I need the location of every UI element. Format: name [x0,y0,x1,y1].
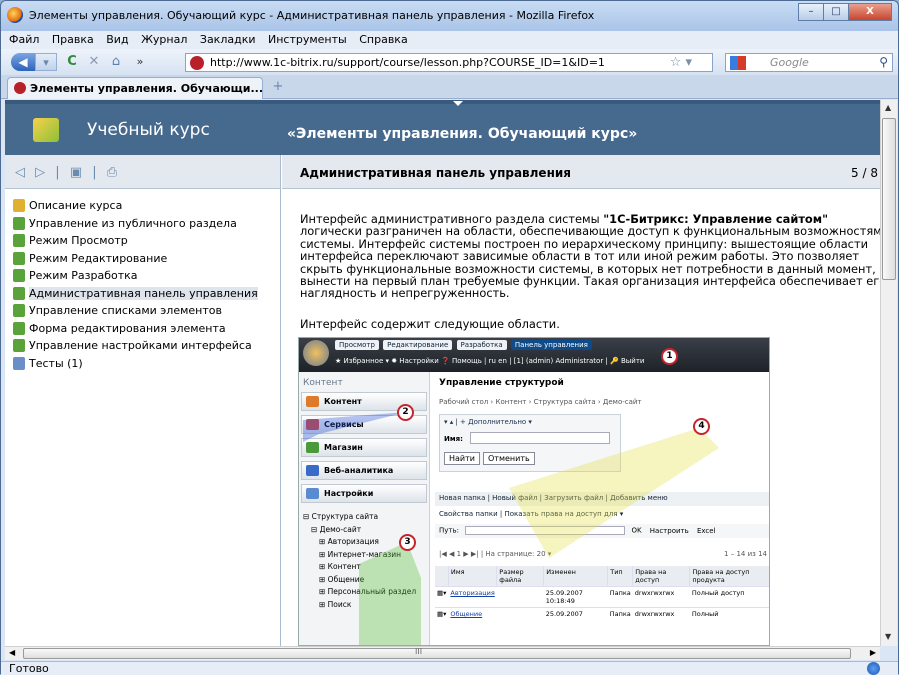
tab-strip: Элементы управления. Обучающи... + [1,75,898,99]
menu-bookmarks[interactable]: Закладки [200,33,256,46]
test-icon [13,356,25,370]
status-bar: Готово [1,661,898,675]
search-box[interactable]: Google ⚲ [725,53,893,72]
toc-item-selected[interactable]: Административная панель управления [13,285,280,303]
chapter-icon [13,269,25,282]
title-bar: Элементы управления. Обучающий курс - Ад… [1,1,898,31]
beam-area-4 [509,428,719,558]
toc-item[interactable]: Управление списками элементов [13,302,280,320]
lesson-title-bar: Административная панель управления 5 / 8 [282,155,880,189]
toolbar-separator: | [92,165,97,180]
lesson-title: Административная панель управления [300,166,571,180]
search-engine-icon[interactable] [730,56,746,70]
menu-tools[interactable]: Инструменты [268,33,347,46]
admin-panel-screenshot: Просмотр Редактирование Разработка Панел… [298,337,770,646]
search-icon[interactable]: ⚲ [879,55,888,69]
toc-item-tests[interactable]: Тесты (1) [13,355,280,373]
url-text[interactable]: http://www.1c-bitrix.ru/support/course/l… [210,56,605,69]
horizontal-scroll-thumb[interactable] [23,648,851,659]
beam-area-3 [359,542,421,645]
prev-lesson-icon[interactable]: ◁ [15,165,25,180]
course-title: «Элементы управления. Обучающий курс» [287,126,638,142]
menu-file[interactable]: Файл [9,33,39,46]
address-bar[interactable]: http://www.1c-bitrix.ru/support/course/l… [185,53,713,72]
globe-icon [867,662,880,675]
lesson-content: Административная панель управления 5 / 8… [282,155,880,646]
tab-active[interactable]: Элементы управления. Обучающи... [7,77,263,99]
page-viewport: Учебный курс «Элементы управления. Обуча… [5,100,880,646]
vertical-scroll-thumb[interactable] [882,118,896,280]
toc-item[interactable]: Описание курса [13,197,280,215]
sidebar-toolbar: ◁ ▷ | ▣ | ⎙ [5,155,280,189]
course-header: Учебный курс «Элементы управления. Обуча… [5,100,880,155]
toc-item[interactable]: Управление настройками интерфейса [13,337,280,355]
new-tab-button[interactable]: + [267,79,289,97]
lesson-counter: 5 / 8 [851,166,878,180]
lesson-intro: Интерфейс административного раздела сист… [300,212,880,301]
tab-favicon [14,82,26,94]
chapter-icon [13,321,25,335]
area-marker-1: 1 [661,348,678,365]
close-button[interactable]: X [848,3,892,21]
reload-icon[interactable]: C [63,53,81,71]
minimize-button[interactable]: – [798,3,824,21]
menu-help[interactable]: Справка [359,33,407,46]
browser-window: Элементы управления. Обучающий курс - Ад… [0,0,899,675]
areas-caption: Интерфейс содержит следующие области. [300,317,560,331]
scroll-left-icon[interactable]: ◀ [9,648,15,657]
tab-label: Элементы управления. Обучающи... [30,82,263,95]
menu-view[interactable]: Вид [106,33,128,46]
area-marker-4: 4 [693,418,710,435]
brand-title: Учебный курс [87,120,210,140]
navigation-toolbar: ◀ ▾ C ✕ ⌂ » http://www.1c-bitrix.ru/supp… [1,49,898,75]
toc-item[interactable]: Режим Просмотр [13,232,280,250]
toc-item[interactable]: Режим Разработка [13,267,280,285]
status-text: Готово [9,662,49,675]
scroll-grip: III [415,647,423,656]
chapter-icon [13,251,25,265]
home-icon[interactable]: ⌂ [107,53,125,71]
scroll-down-icon[interactable]: ▼ [885,632,891,641]
toc-item[interactable]: Управление из публичного раздела [13,215,280,233]
chapter-icon [13,286,25,300]
toc-item[interactable]: Форма редактирования элемента [13,320,280,338]
table-of-contents: Описание курса Управление из публичного … [5,189,280,372]
bookmark-star-icon[interactable]: ☆ ▾ [670,55,692,70]
next-lesson-icon[interactable]: ▷ [35,165,45,180]
course-sidebar: ◁ ▷ | ▣ | ⎙ Описание курса Управление из… [5,155,281,646]
stop-icon[interactable]: ✕ [85,53,103,71]
print-icon[interactable]: ⎙ [107,165,117,180]
book-icon [13,199,25,212]
menu-bar: Файл Правка Вид Журнал Закладки Инструме… [1,31,898,49]
vertical-scrollbar[interactable]: ▲ ▼ [880,100,897,646]
chapter-icon [13,216,25,230]
maximize-button[interactable]: □ [823,3,849,21]
forward-button[interactable]: ▾ [35,53,57,71]
toolbar-separator: | [55,165,60,180]
window-title: Элементы управления. Обучающий курс - Ад… [29,9,595,22]
back-button[interactable]: ◀ [11,53,35,71]
site-favicon [190,56,204,70]
area-marker-3: 3 [399,534,416,551]
overflow-chevron-icon[interactable]: » [131,53,149,71]
area-marker-2: 2 [397,404,414,421]
highlight-beams [303,412,719,645]
course-logo-icon [33,118,59,142]
firefox-icon [7,7,23,23]
bookmark-lesson-icon[interactable]: ▣ [70,165,82,180]
scroll-up-icon[interactable]: ▲ [885,103,891,112]
chapter-icon [13,234,25,247]
scroll-right-icon[interactable]: ▶ [870,648,876,657]
beam-area-2 [303,412,407,442]
horizontal-scrollbar[interactable]: ◀ III ▶ [5,646,880,660]
search-input[interactable]: Google [770,56,809,69]
toc-item[interactable]: Режим Редактирование [13,250,280,268]
chapter-icon [13,304,25,317]
chapter-icon [13,339,25,352]
collapse-arrow-icon[interactable] [453,101,463,106]
menu-history[interactable]: Журнал [141,33,187,46]
menu-edit[interactable]: Правка [52,33,94,46]
